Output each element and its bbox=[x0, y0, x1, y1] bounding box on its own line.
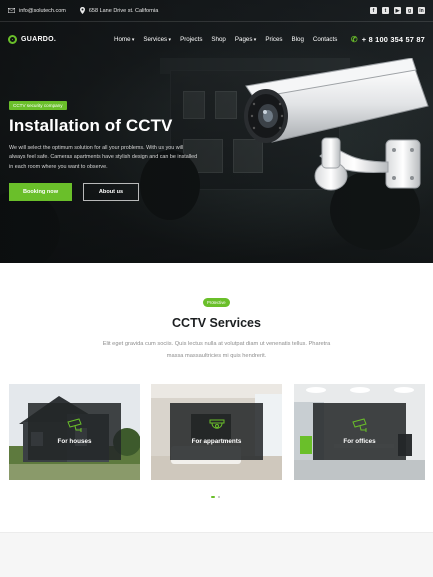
pagination-dot[interactable] bbox=[218, 496, 220, 498]
phone-text: + 8 100 354 57 87 bbox=[361, 34, 425, 44]
twitter-icon[interactable]: t bbox=[382, 7, 389, 14]
booking-now-button[interactable]: Booking now bbox=[9, 183, 72, 201]
nav-item-home[interactable]: Home bbox=[114, 36, 134, 43]
address-text: 658 Lane Drive st. California bbox=[88, 7, 159, 14]
carousel-pagination bbox=[211, 496, 220, 498]
hero-badge: CCTV security company bbox=[9, 101, 67, 110]
cctv-camera-icon bbox=[351, 418, 367, 432]
linkedin-icon[interactable]: in bbox=[418, 7, 425, 14]
about-us-button[interactable]: About us bbox=[83, 183, 139, 201]
card-label: For offices bbox=[343, 438, 376, 445]
pagination-dot-active[interactable] bbox=[211, 496, 215, 498]
nav-item-projects[interactable]: Projects bbox=[180, 36, 202, 43]
nav-item-blog[interactable]: Blog bbox=[292, 36, 304, 43]
card-label: For houses bbox=[57, 438, 92, 445]
card-overlay: For appartments bbox=[170, 403, 263, 460]
address-contact: 658 Lane Drive st. California bbox=[79, 7, 159, 14]
primary-nav: Home Services Projects Shop Pages Prices… bbox=[114, 22, 337, 56]
logo[interactable]: GUARDO. bbox=[8, 34, 57, 44]
github-icon[interactable]: g bbox=[406, 7, 413, 14]
social-links: f t ▶ g in bbox=[370, 7, 425, 14]
email-contact[interactable]: info@solutech.com bbox=[8, 8, 66, 14]
dome-camera-icon bbox=[209, 419, 224, 429]
logo-icon bbox=[8, 34, 17, 44]
service-card-houses[interactable]: For houses bbox=[9, 384, 140, 480]
main-navbar: GUARDO. Home Services Projects Shop Page… bbox=[0, 22, 433, 56]
service-card-offices[interactable]: For offices bbox=[294, 384, 425, 480]
card-label: For appartments bbox=[191, 438, 242, 445]
services-description: Elit eget gravida cum sociis. Quis lectu… bbox=[102, 341, 331, 359]
logo-text: GUARDO. bbox=[21, 35, 57, 43]
top-bar: info@solutech.com 658 Lane Drive st. Cal… bbox=[0, 0, 433, 22]
phone-number[interactable]: ✆ + 8 100 354 57 87 bbox=[351, 22, 425, 56]
nav-item-contacts[interactable]: Contacts bbox=[313, 36, 337, 43]
hero-section: info@solutech.com 658 Lane Drive st. Cal… bbox=[0, 0, 433, 263]
mail-icon bbox=[8, 8, 15, 13]
nav-item-services[interactable]: Services bbox=[143, 36, 171, 43]
email-text: info@solutech.com bbox=[19, 7, 66, 14]
facebook-icon[interactable]: f bbox=[370, 7, 377, 14]
nav-item-prices[interactable]: Prices bbox=[265, 36, 282, 43]
map-pin-icon bbox=[79, 7, 85, 14]
cctv-camera-image bbox=[244, 58, 429, 191]
services-tag: Protective bbox=[203, 298, 230, 307]
hero-title: Installation of CCTV bbox=[9, 116, 173, 135]
service-card-appartments[interactable]: For appartments bbox=[151, 384, 282, 480]
services-title: CCTV Services bbox=[172, 316, 261, 330]
next-section bbox=[0, 532, 433, 577]
card-overlay: For houses bbox=[28, 403, 121, 460]
nav-item-shop[interactable]: Shop bbox=[211, 36, 225, 43]
nav-item-pages[interactable]: Pages bbox=[235, 36, 256, 43]
card-overlay: For offices bbox=[313, 403, 406, 460]
hero-description: We will select the optimum solution for … bbox=[9, 145, 198, 170]
cctv-camera-icon bbox=[66, 418, 82, 432]
youtube-icon[interactable]: ▶ bbox=[394, 7, 401, 14]
phone-icon: ✆ bbox=[350, 34, 358, 44]
